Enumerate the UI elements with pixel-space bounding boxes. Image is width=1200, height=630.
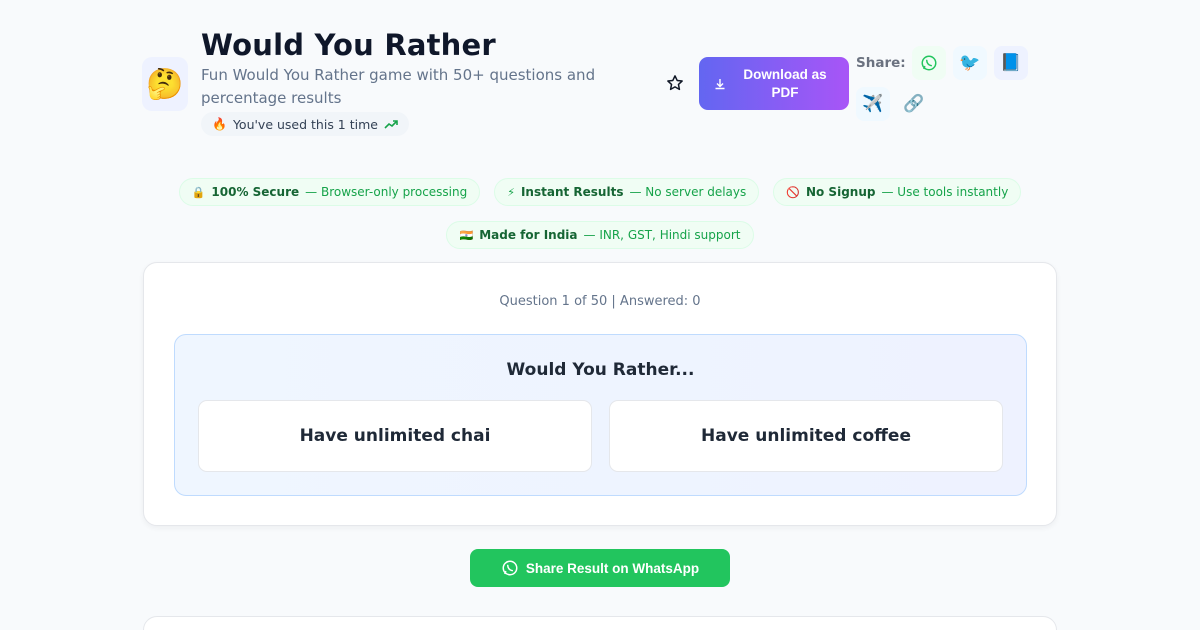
question-progress: Question 1 of 50 | Answered: 0: [499, 294, 701, 309]
share-facebook-button[interactable]: 📘: [994, 46, 1028, 80]
badge-desc: — No server delays: [629, 185, 747, 199]
page-title: Would You Rather: [201, 28, 496, 62]
download-icon: [715, 78, 725, 89]
share-whatsapp-button[interactable]: [912, 46, 946, 80]
share-label: Share:: [856, 55, 906, 71]
twitter-bird-icon: 🐦: [959, 53, 981, 73]
badge-desc: — Browser-only processing: [305, 185, 468, 199]
fire-icon: 🔥: [212, 117, 227, 131]
facebook-book-icon: 📘: [1000, 53, 1022, 73]
lock-icon: 🔒: [191, 185, 206, 199]
question-box: Would You Rather... Have unlimited chai …: [174, 334, 1027, 496]
whatsapp-icon: [502, 560, 518, 576]
thinking-face-icon: 🤔: [142, 57, 188, 111]
share-result-whatsapp-button[interactable]: Share Result on WhatsApp: [470, 549, 730, 587]
trust-badges-row-2: 🇮🇳 Made for India — INR, GST, Hindi supp…: [0, 221, 1200, 249]
telegram-plane-icon: ✈️: [862, 94, 884, 114]
usage-text: You've used this 1 time: [232, 116, 378, 132]
badge-title: No Signup: [805, 185, 876, 199]
next-section-card: [143, 616, 1057, 630]
game-card: Question 1 of 50 | Answered: 0 Would You…: [143, 262, 1057, 526]
badge-desc: — INR, GST, Hindi support: [583, 228, 741, 242]
link-icon: 🔗: [903, 94, 925, 114]
badge-secure: 🔒 100% Secure — Browser-only processing: [178, 178, 481, 206]
badge-title: Made for India: [479, 228, 578, 242]
favorite-star-icon[interactable]: [664, 72, 686, 94]
download-pdf-button[interactable]: Download as PDF: [699, 57, 849, 110]
share-twitter-button[interactable]: 🐦: [953, 46, 987, 80]
whatsapp-icon: [921, 55, 937, 71]
usage-counter: 🔥 You've used this 1 time: [201, 112, 409, 136]
india-flag-icon: 🇮🇳: [459, 228, 474, 242]
badge-title: Instant Results: [520, 185, 624, 199]
badge-desc: — Use tools instantly: [881, 185, 1009, 199]
share-result-label: Share Result on WhatsApp: [525, 560, 700, 576]
question-prompt: Would You Rather...: [506, 360, 695, 380]
download-pdf-label: Download as PDF: [743, 66, 827, 100]
option-b-button[interactable]: Have unlimited coffee: [609, 400, 1003, 472]
badge-instant: ⚡ Instant Results — No server delays: [494, 178, 760, 206]
page-subtitle: Fun Would You Rather game with 50+ quest…: [201, 66, 596, 107]
trust-badges-row-1: 🔒 100% Secure — Browser-only processing …: [0, 178, 1200, 206]
badge-title: 100% Secure: [211, 185, 300, 199]
option-a-button[interactable]: Have unlimited chai: [198, 400, 592, 472]
copy-link-button[interactable]: 🔗: [897, 87, 931, 121]
share-telegram-button[interactable]: ✈️: [856, 87, 890, 121]
prohibited-icon: 🚫: [786, 185, 800, 199]
badge-no-signup: 🚫 No Signup — Use tools instantly: [773, 178, 1022, 206]
badge-made-for-india: 🇮🇳 Made for India — INR, GST, Hindi supp…: [446, 221, 754, 249]
lightning-icon: ⚡: [507, 185, 515, 199]
trend-up-icon: [384, 120, 398, 129]
tool-header: 🤔 Would You Rather Fun Would You Rather …: [142, 28, 1058, 140]
